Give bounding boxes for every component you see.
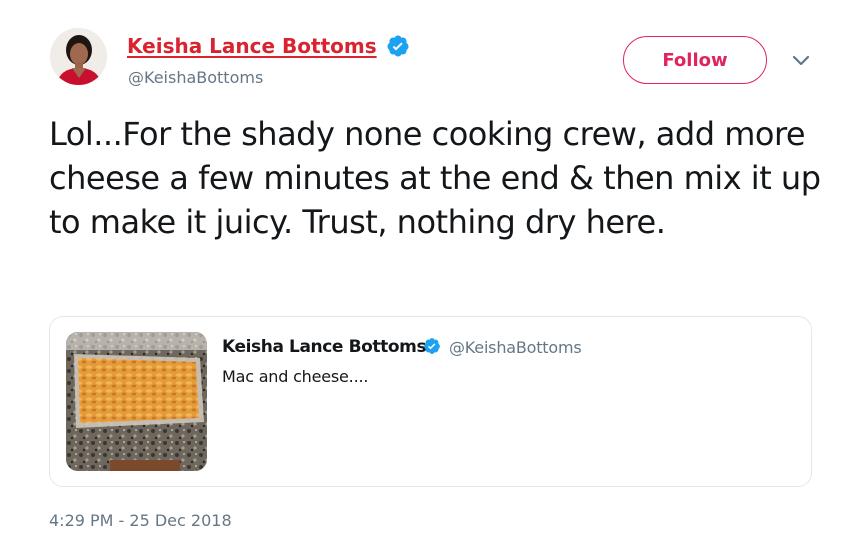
tweet-text: Lol...For the shady none cooking crew, a…	[49, 115, 821, 241]
verified-badge-icon	[387, 35, 409, 57]
follow-button[interactable]: Follow	[623, 36, 767, 84]
quoted-handle[interactable]: @KeishaBottoms	[449, 338, 582, 357]
tweet-timestamp[interactable]: 4:29 PM - 25 Dec 2018	[49, 511, 232, 530]
mac-and-cheese-photo[interactable]	[66, 332, 207, 471]
quoted-verified-badge-icon	[424, 338, 440, 354]
quoted-tweet-text: Mac and cheese....	[222, 367, 369, 386]
quoted-tweet-card[interactable]: Keisha Lance Bottoms @KeishaBottoms Mac …	[49, 316, 812, 487]
quoted-display-name[interactable]: Keisha Lance Bottoms	[222, 337, 427, 357]
chevron-down-icon[interactable]	[790, 53, 812, 69]
author-handle[interactable]: @KeishaBottoms	[128, 68, 263, 87]
avatar[interactable]	[50, 28, 107, 85]
author-display-name[interactable]: Keisha Lance Bottoms	[127, 34, 377, 58]
